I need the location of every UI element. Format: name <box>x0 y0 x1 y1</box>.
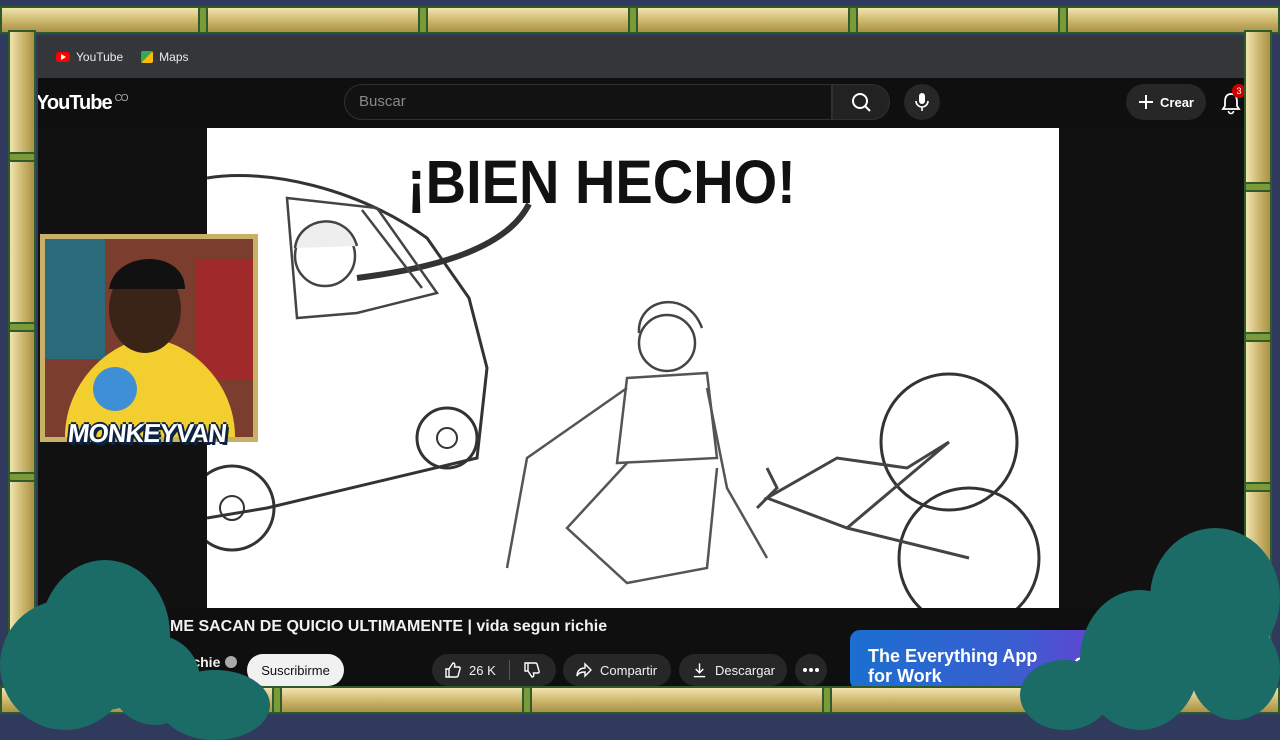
like-count: 26 K <box>469 662 496 678</box>
plus-icon <box>1139 95 1154 109</box>
microphone-icon <box>915 93 929 111</box>
share-icon <box>576 662 592 678</box>
bookmark-youtube[interactable]: YouTube <box>56 50 123 64</box>
streamer-webcam-image <box>45 239 253 437</box>
download-label: Descargar <box>715 662 775 678</box>
more-horizontal-icon <box>803 668 819 672</box>
bush-decoration <box>1190 620 1280 720</box>
search-icon <box>852 93 871 112</box>
maps-icon <box>141 51 154 63</box>
logo-country: CO <box>114 93 129 105</box>
youtube-header: YouTube CO Buscar Crear 3 <box>38 78 1244 128</box>
share-button[interactable]: Compartir <box>563 654 671 686</box>
video-title: ME SACAN DE QUICIO ULTIMAMENTE | vida se… <box>170 618 608 635</box>
speech-bubble-text: ¡BIEN HECHO! <box>407 148 796 216</box>
divider <box>508 660 510 680</box>
bookmark-label: YouTube <box>76 50 124 64</box>
search-button[interactable] <box>832 84 890 120</box>
bamboo-frame-left <box>8 30 36 690</box>
video-frame-illustration: ¡BIEN HECHO! <box>188 148 1041 630</box>
bookmarks-bar: YouTube Maps <box>38 36 1244 78</box>
voice-search-button[interactable] <box>904 84 940 120</box>
create-label: Crear <box>1160 94 1194 110</box>
verified-icon <box>225 656 238 668</box>
create-button[interactable]: Crear <box>1126 84 1206 120</box>
thumbs-down-icon[interactable] <box>523 661 541 679</box>
webcam-overlay <box>40 234 258 442</box>
more-actions-button[interactable] <box>795 654 827 686</box>
share-label: Compartir <box>600 662 658 678</box>
bamboo-frame-top <box>0 6 1280 34</box>
bush-decoration <box>160 670 270 740</box>
youtube-logo[interactable]: YouTube CO <box>38 92 129 115</box>
subscribe-button[interactable]: Suscribirme <box>247 654 344 686</box>
youtube-icon <box>56 52 70 62</box>
bookmark-label: Maps <box>159 50 189 64</box>
download-icon <box>693 663 706 678</box>
video-player[interactable]: ¡BIEN HECHO! <box>188 128 1059 630</box>
search-input[interactable]: Buscar <box>344 84 832 120</box>
bookmark-maps[interactable]: Maps <box>141 50 189 64</box>
like-dislike-group: 26 K <box>432 654 556 686</box>
streamer-logo: MONKEYVAN <box>66 418 228 448</box>
notification-badge: 3 <box>1232 84 1244 98</box>
download-button[interactable]: Descargar <box>679 654 787 686</box>
thumbs-up-icon[interactable] <box>444 661 462 679</box>
logo-text: YouTube <box>38 92 113 114</box>
